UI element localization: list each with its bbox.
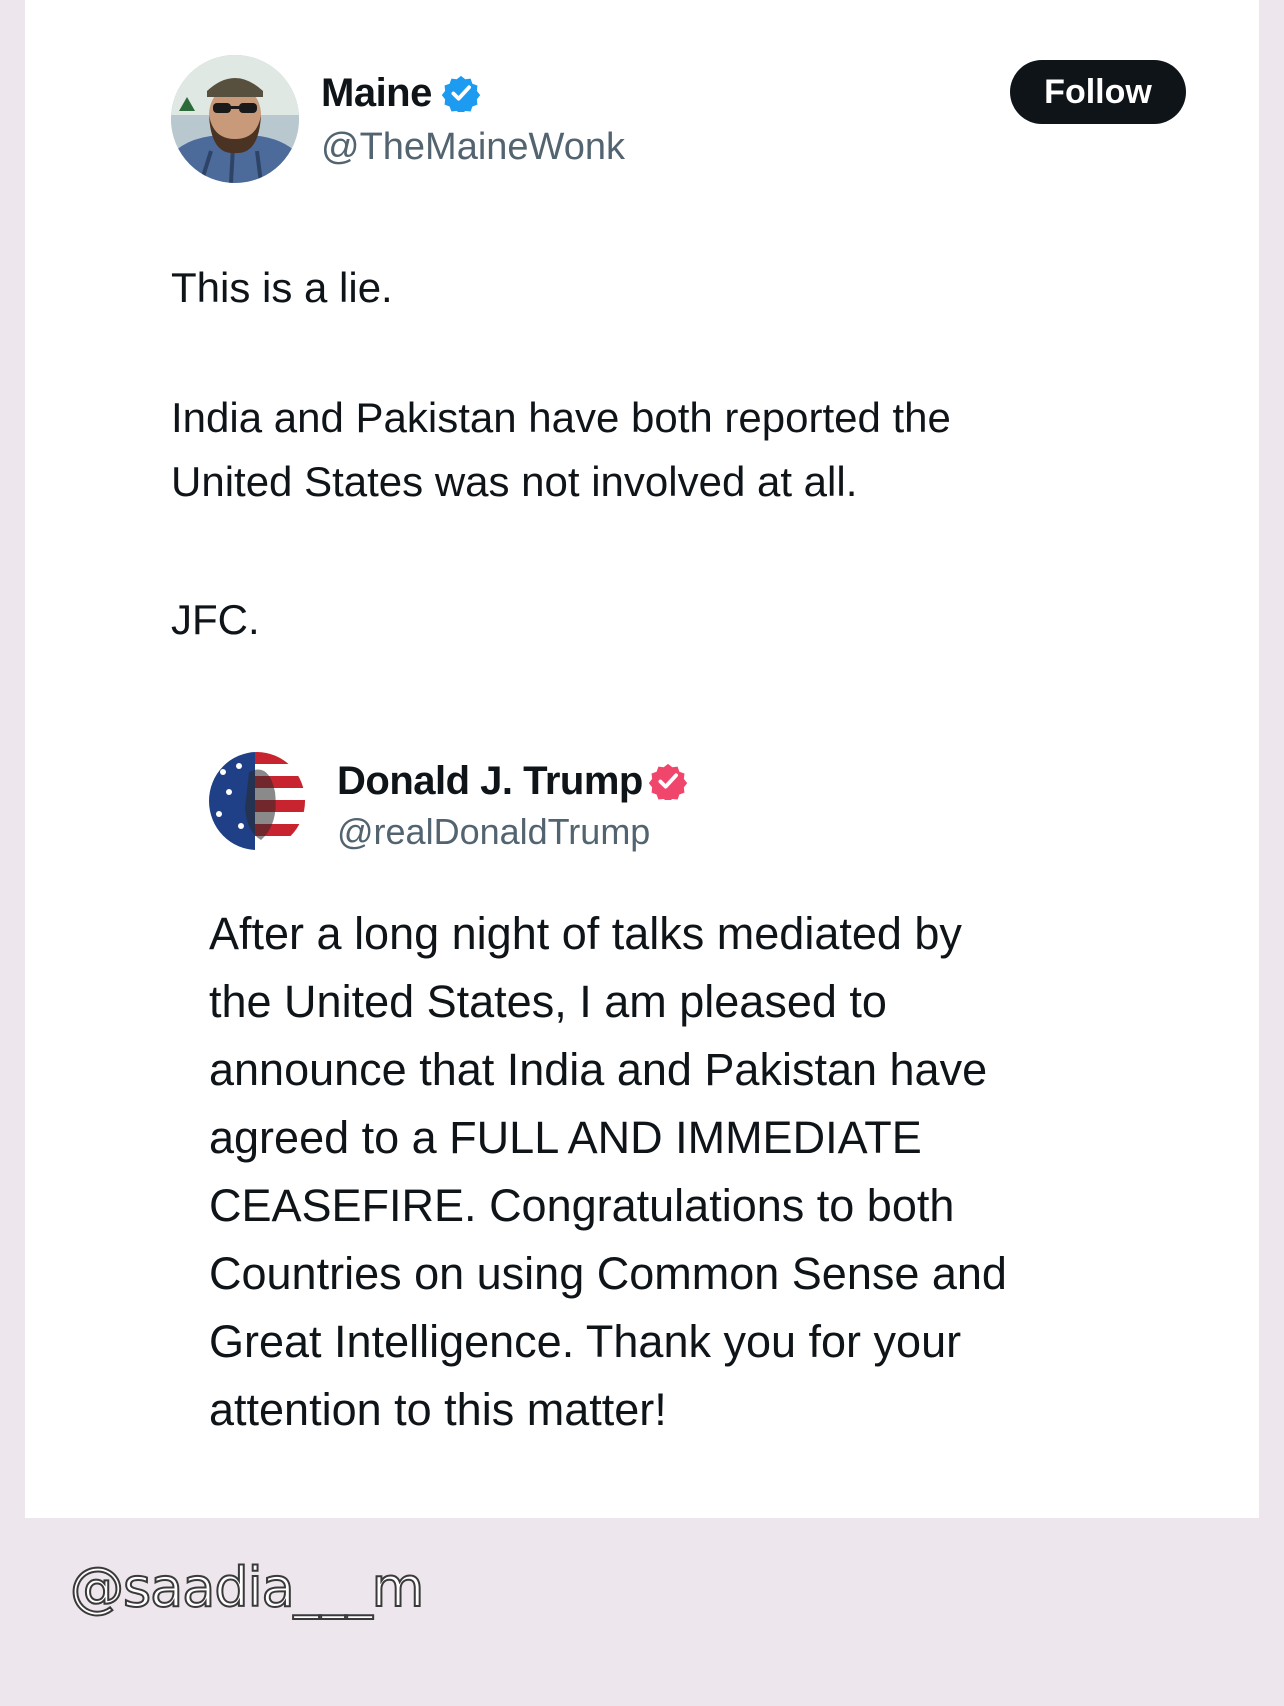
quoted-text-line: announce that India and Pakistan have [209,1044,988,1095]
post-text-line: JFC. [171,596,260,643]
quoted-text-line: attention to this matter! [209,1384,667,1435]
author-name-row: Maine [321,70,480,116]
post-text-line: United States was not involved at all. [171,458,858,505]
post-card: Maine @TheMaineWonk Follow This is a lie… [25,0,1259,1518]
verified-badge-icon [441,75,480,112]
quoted-author-name[interactable]: Donald J. Trump [337,758,643,804]
author-handle[interactable]: @TheMaineWonk [321,124,625,170]
quoted-author-handle[interactable]: @realDonaldTrump [337,810,650,854]
quoted-text-line: the United States, I am pleased to [209,976,887,1027]
quoted-text-line: Great Intelligence. Thank you for your [209,1316,962,1367]
follow-button[interactable]: Follow [1010,60,1186,124]
avatar[interactable] [171,55,299,183]
author-name[interactable]: Maine [321,70,432,116]
post-text-line: This is a lie. [171,264,393,311]
post-text-line: India and Pakistan have both reported th… [171,394,951,441]
quoted-text-line: After a long night of talks mediated by [209,908,962,959]
quoted-author-name-row: Donald J. Trump [337,758,687,804]
quoted-text-line: CEASEFIRE. Congratulations to both [209,1180,955,1231]
quoted-avatar[interactable] [209,752,305,850]
flag-portrait-avatar-icon [209,752,305,850]
verified-badge-icon [648,763,687,800]
quoted-post-text: After a long night of talks mediated by … [209,900,1129,1444]
user-avatar-photo-icon [171,55,299,183]
watermark-handle: @saadia___m [69,1555,425,1620]
quoted-text-line: Countries on using Common Sense and [209,1248,1007,1299]
quoted-text-line: agreed to a FULL AND IMMEDIATE [209,1112,922,1163]
